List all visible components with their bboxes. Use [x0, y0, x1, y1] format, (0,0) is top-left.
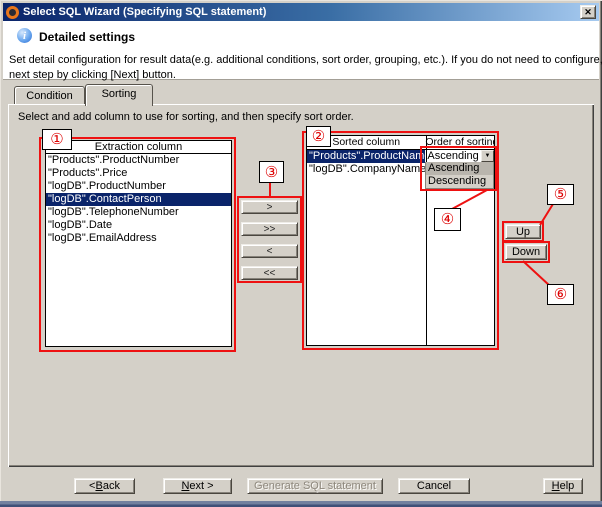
add-column-button[interactable]: > — [241, 200, 298, 214]
bottom-edge-strip — [0, 501, 602, 507]
extraction-column-list[interactable]: Extraction column "Products".ProductNumb… — [45, 140, 232, 347]
sorted-table-header-row: Sorted column Order of sorting — [307, 136, 494, 150]
chevron-down-icon[interactable]: ▼ — [481, 150, 494, 162]
list-item[interactable]: "Products".ProductNumber — [46, 154, 231, 167]
callout-5: ⑤ — [547, 184, 574, 205]
sorted-column-cell-selected[interactable]: "Products".ProductName — [307, 150, 425, 163]
close-button[interactable]: ✕ — [580, 5, 596, 19]
wizard-header: i Detailed settings Set detail configura… — [3, 21, 599, 80]
list-item-selected[interactable]: "logDB".ContactPerson — [46, 193, 231, 206]
description-line1: Set detail configuration for result data… — [9, 54, 602, 66]
order-dropdown-list: Ascending Descending — [425, 162, 494, 189]
close-icon: ✕ — [584, 7, 592, 18]
add-all-columns-button[interactable]: >> — [241, 222, 298, 236]
title-bar[interactable]: Select SQL Wizard (Specifying SQL statem… — [3, 3, 599, 21]
list-item[interactable]: "logDB".TelephoneNumber — [46, 206, 231, 219]
description-line2: next step by clicking [Next] button. — [9, 69, 176, 81]
tab-sorting[interactable]: Sorting — [85, 84, 153, 106]
back-button[interactable]: < Back — [74, 478, 135, 494]
list-item[interactable]: "logDB".ProductNumber — [46, 180, 231, 193]
callout-2: ② — [306, 126, 331, 147]
callout-3: ③ — [259, 161, 284, 183]
callout-4: ④ — [434, 208, 461, 231]
list-item[interactable]: "Products".Price — [46, 167, 231, 180]
list-item[interactable]: "logDB".EmailAddress — [46, 232, 231, 245]
down-button[interactable]: Down — [505, 244, 547, 260]
dialog-window: Select SQL Wizard (Specifying SQL statem… — [0, 0, 602, 507]
window-title: Select SQL Wizard (Specifying SQL statem… — [23, 6, 580, 18]
remove-column-button[interactable]: < — [241, 244, 298, 258]
tab-condition[interactable]: Condition — [14, 86, 85, 104]
callout-6: ⑥ — [547, 284, 574, 305]
info-icon: i — [17, 28, 32, 43]
extraction-column-header: Extraction column — [46, 141, 231, 154]
sorted-column-cell[interactable]: "logDB".CompanyName — [307, 163, 426, 176]
remove-all-columns-button[interactable]: << — [241, 266, 298, 280]
dropdown-option-ascending[interactable]: Ascending — [426, 162, 493, 175]
callout-1: ① — [42, 129, 72, 150]
dropdown-option-descending[interactable]: Descending — [426, 175, 493, 188]
list-item[interactable]: "logDB".Date — [46, 219, 231, 232]
generate-sql-button: Generate SQL statement — [247, 478, 383, 494]
order-of-sorting-header: Order of sorting — [425, 136, 494, 149]
help-button[interactable]: Help — [543, 478, 583, 494]
next-button[interactable]: Next > — [163, 478, 232, 494]
instruction-text: Select and add column to use for sorting… — [18, 111, 354, 123]
app-icon — [6, 6, 19, 19]
up-button[interactable]: Up — [505, 224, 541, 239]
cancel-button[interactable]: Cancel — [398, 478, 470, 494]
page-title: Detailed settings — [39, 30, 135, 44]
